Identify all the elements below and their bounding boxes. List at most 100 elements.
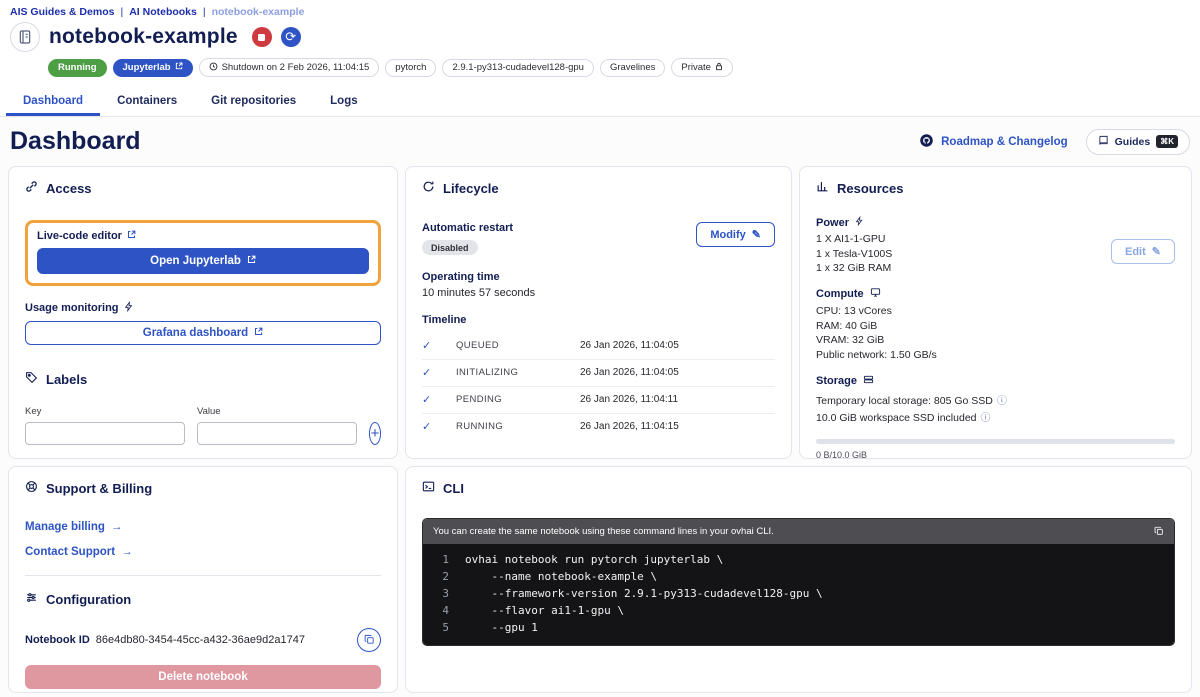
- manage-billing-link[interactable]: Manage billing →: [25, 521, 381, 533]
- arrow-right-icon: →: [110, 521, 123, 533]
- privacy-badge: Private: [671, 58, 733, 77]
- page-title: Dashboard: [10, 127, 141, 155]
- contact-support-link[interactable]: Contact Support →: [25, 546, 381, 558]
- github-icon: [919, 133, 934, 151]
- delete-notebook-button[interactable]: Delete notebook: [25, 665, 381, 689]
- shutdown-badge: Shutdown on 2 Feb 2026, 11:04:15: [198, 58, 380, 77]
- jupyterlab-badge-label: Jupyterlab: [122, 62, 171, 73]
- cli-code[interactable]: 1 ovhai notebook run pytorch jupyterlab \…: [423, 544, 1174, 646]
- notebook-title: notebook-example: [49, 25, 238, 48]
- sliders-icon: [25, 591, 38, 607]
- book-icon: [1098, 135, 1109, 149]
- roadmap-changelog-label: Roadmap & Changelog: [941, 135, 1068, 148]
- roadmap-changelog-link[interactable]: Roadmap & Changelog: [919, 133, 1068, 151]
- add-label-button[interactable]: +: [369, 422, 381, 445]
- tab-containers[interactable]: Containers: [100, 87, 194, 116]
- timeline-row: ✓ QUEUED 26 Jan 2026, 11:04:05: [422, 333, 775, 360]
- guides-shortcut: ⌘K: [1156, 135, 1178, 148]
- timeline-row: ✓ INITIALIZING 26 Jan 2026, 11:04:05: [422, 360, 775, 387]
- grafana-dashboard-label: Grafana dashboard: [142, 327, 249, 339]
- external-link-icon: [175, 62, 183, 73]
- timeline-state: QUEUED: [456, 340, 500, 351]
- jupyterlab-badge[interactable]: Jupyterlab: [112, 58, 193, 77]
- breadcrumb-current: notebook-example: [211, 6, 305, 18]
- cli-code-block: You can create the same notebook using t…: [422, 518, 1175, 647]
- contact-support-label: Contact Support: [25, 546, 116, 558]
- clock-icon: [209, 62, 218, 74]
- timeline-time: 26 Jan 2026, 11:04:05: [580, 367, 679, 378]
- tab-dashboard[interactable]: Dashboard: [6, 87, 101, 116]
- region-badge: Gravelines: [599, 58, 666, 77]
- link-icon: [25, 180, 38, 196]
- modify-button[interactable]: Modify ✎: [696, 222, 775, 247]
- terminal-icon: [422, 480, 435, 496]
- edit-button-label: Edit: [1125, 245, 1146, 258]
- support-card-title: Support & Billing: [46, 480, 153, 496]
- grafana-dashboard-button[interactable]: Grafana dashboard: [25, 321, 381, 345]
- code-line: --framework-version 2.9.1-py313-cudadeve…: [465, 587, 823, 601]
- tab-bar: Dashboard Containers Git repositories Lo…: [0, 87, 1200, 117]
- framework-badge: pytorch: [385, 58, 437, 77]
- bolt-icon: [124, 300, 134, 315]
- guides-button-label: Guides: [1114, 135, 1151, 148]
- check-icon: ✓: [422, 421, 432, 433]
- breadcrumb: AIS Guides & Demos | AI Notebooks | note…: [0, 0, 1200, 18]
- label-value-input[interactable]: [197, 422, 357, 445]
- copy-notebook-id-button[interactable]: [357, 628, 381, 652]
- arrow-right-icon: →: [121, 546, 133, 558]
- line-number: 5: [442, 621, 449, 635]
- pencil-icon: ✎: [751, 229, 761, 241]
- check-icon: ✓: [422, 394, 432, 406]
- external-link-icon: [247, 255, 256, 267]
- info-icon[interactable]: ⓘ: [981, 413, 991, 424]
- code-line: --gpu 1: [465, 621, 538, 635]
- copy-icon: [1154, 524, 1164, 539]
- storage-section-label: Storage: [816, 374, 857, 387]
- notebook-header: notebook-example ⟳: [0, 18, 1200, 52]
- compute-item: Public network: 1.50 GB/s: [816, 348, 937, 361]
- timeline-time: 26 Jan 2026, 11:04:05: [580, 340, 679, 351]
- guides-button[interactable]: Guides ⌘K: [1085, 128, 1190, 155]
- storage-item: 10.0 GiB workspace SSD included: [816, 412, 977, 424]
- timeline-label: Timeline: [422, 313, 467, 326]
- storage-icon: [863, 374, 874, 388]
- timeline: ✓ QUEUED 26 Jan 2026, 11:04:05 ✓ INITIAL…: [422, 333, 775, 440]
- breadcrumb-link-ai-notebooks[interactable]: AI Notebooks: [129, 6, 197, 18]
- tab-git-repositories[interactable]: Git repositories: [194, 87, 313, 116]
- tab-logs[interactable]: Logs: [313, 87, 374, 116]
- automatic-restart-status: Disabled: [422, 240, 478, 255]
- status-badge: Running: [48, 58, 107, 77]
- lifecycle-card-title: Lifecycle: [443, 180, 499, 196]
- timeline-state: PENDING: [456, 394, 503, 405]
- bolt-icon: [855, 215, 864, 229]
- info-icon[interactable]: ⓘ: [997, 396, 1007, 407]
- notebook-id-value: 86e4db80-3454-45cc-a432-36ae9d2a1747: [95, 634, 305, 646]
- code-line: ovhai notebook run pytorch jupyterlab \: [465, 553, 724, 566]
- timeline-row: ✓ RUNNING 26 Jan 2026, 11:04:15: [422, 414, 775, 440]
- compute-item: VRAM: 32 GiB: [816, 334, 885, 346]
- labels-card-title: Labels: [46, 371, 88, 387]
- support-configuration-card: Support & Billing Manage billing → Conta…: [8, 466, 398, 693]
- stop-button[interactable]: [251, 27, 272, 47]
- breadcrumb-separator: |: [202, 6, 206, 18]
- notebook-logo-icon: [10, 22, 40, 52]
- edit-resources-button[interactable]: Edit ✎: [1111, 239, 1175, 264]
- external-link-icon: [127, 230, 136, 242]
- open-jupyterlab-button[interactable]: Open Jupyterlab: [37, 248, 369, 274]
- highlight-annotation: Live-code editor Open Jupyterlab: [25, 220, 381, 286]
- compute-section-label: Compute: [816, 288, 864, 300]
- label-key-input[interactable]: [25, 422, 185, 445]
- shutdown-badge-label: Shutdown on 2 Feb 2026, 11:04:15: [221, 62, 370, 73]
- check-icon: ✓: [422, 340, 432, 352]
- labels-count-text: 0 labels configured: [25, 457, 381, 458]
- copy-cli-button[interactable]: [1154, 524, 1164, 539]
- lifecycle-card: Lifecycle Automatic restart Disabled Mod…: [405, 166, 792, 459]
- access-card: Access Live-code editor Open Jupyterlab …: [8, 166, 398, 459]
- access-card-title: Access: [46, 180, 92, 196]
- main-content: Dashboard Roadmap & Changelog Guides ⌘K …: [0, 117, 1200, 697]
- privacy-badge-label: Private: [681, 62, 711, 73]
- restart-button[interactable]: ⟳: [280, 27, 301, 47]
- line-number: 4: [442, 604, 449, 618]
- line-number: 1: [442, 553, 449, 566]
- breadcrumb-link-guides-demos[interactable]: AIS Guides & Demos: [10, 6, 114, 18]
